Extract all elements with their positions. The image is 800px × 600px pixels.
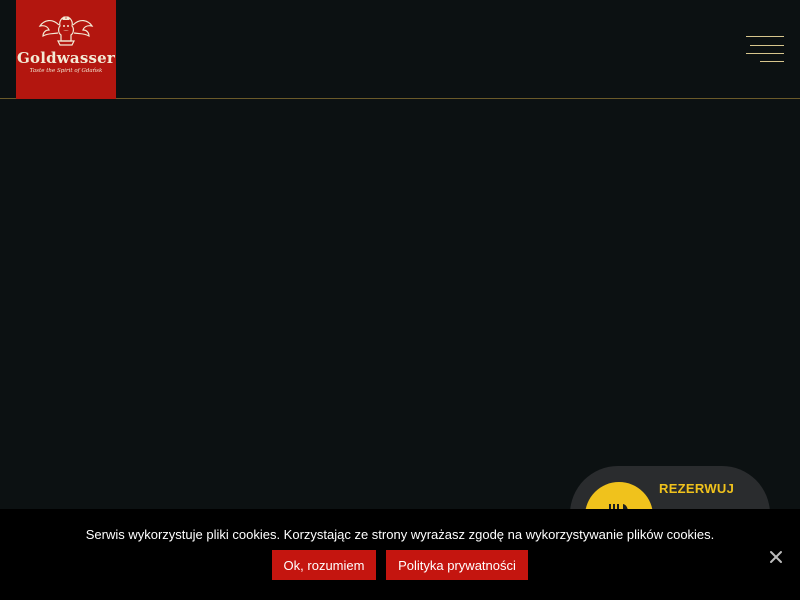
close-icon[interactable]	[768, 549, 784, 565]
reserve-label: REZERWUJ	[659, 481, 735, 496]
site-header: Goldwasser Taste the Spirit of Gdańsk	[0, 0, 800, 99]
accept-cookies-button[interactable]: Ok, rozumiem	[272, 550, 376, 580]
menu-line-top	[746, 36, 784, 37]
privacy-policy-button[interactable]: Polityka prywatności	[386, 550, 528, 580]
logo-tagline: Taste the Spirit of Gdańsk	[29, 68, 103, 74]
menu-line-bottom	[760, 61, 784, 62]
cookie-bar: Serwis wykorzystuje pliki cookies. Korzy…	[0, 509, 800, 600]
crest-icon	[38, 16, 94, 46]
logo-name: Goldwasser	[17, 49, 115, 67]
goldwasser-logo[interactable]: Goldwasser Taste the Spirit of Gdańsk	[16, 0, 116, 99]
hamburger-menu-icon[interactable]	[746, 36, 784, 64]
cookie-message: Serwis wykorzystuje pliki cookies. Korzy…	[85, 527, 715, 542]
menu-line-upper-mid	[750, 45, 784, 46]
menu-line-lower-mid	[746, 53, 784, 54]
